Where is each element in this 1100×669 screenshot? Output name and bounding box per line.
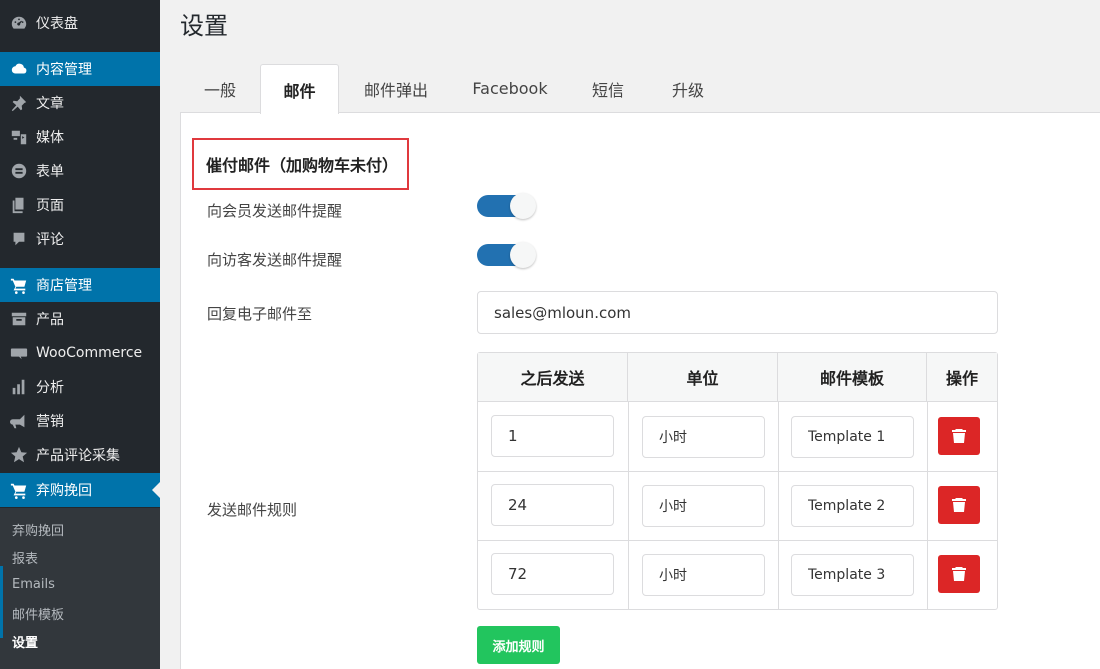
sidebar-item-label: 内容管理 xyxy=(36,62,92,78)
current-menu-arrow xyxy=(152,482,160,498)
sidebar-item-label: 评论 xyxy=(36,232,64,248)
cart-icon xyxy=(9,480,29,500)
unit-select[interactable] xyxy=(642,485,765,527)
sidebar-item-forms[interactable]: 表单 xyxy=(0,154,160,188)
template-select[interactable] xyxy=(791,416,914,458)
submenu-item-cart-recovery[interactable]: 弃购挽回 xyxy=(12,520,64,539)
reply-to-label: 回复电子邮件至 xyxy=(207,305,313,323)
member-reminder-toggle[interactable] xyxy=(477,193,536,219)
sidebar-item-products[interactable]: 产品 xyxy=(0,302,160,336)
sidebar-item-media[interactable]: 媒体 xyxy=(0,120,160,154)
send-after-input[interactable] xyxy=(491,415,614,457)
pages-icon xyxy=(9,195,29,215)
toggle-knob xyxy=(510,242,536,268)
sidebar-item-label: 表单 xyxy=(36,164,64,180)
cart-icon xyxy=(9,275,29,295)
section-title: 催付邮件（加购物车未付） xyxy=(192,138,409,190)
cloud-icon xyxy=(9,59,29,79)
sidebar-item-label: 产品 xyxy=(36,312,64,328)
sidebar-item-analytics[interactable]: 分析 xyxy=(0,370,160,404)
template-select[interactable] xyxy=(791,485,914,527)
star-icon xyxy=(9,445,29,465)
sidebar-item-label: 产品评论采集 xyxy=(36,448,120,464)
rules-label: 发送邮件规则 xyxy=(207,501,298,519)
woo-icon xyxy=(9,343,29,363)
trash-icon xyxy=(952,429,966,443)
tab-sms[interactable]: 短信 xyxy=(572,64,644,113)
row-divider xyxy=(478,540,997,541)
sidebar-item-review-collector[interactable]: 产品评论采集 xyxy=(0,438,160,472)
reply-to-input[interactable] xyxy=(477,291,998,334)
tab-general[interactable]: 一般 xyxy=(180,64,260,113)
sidebar-item-label: 页面 xyxy=(36,198,64,214)
sidebar-item-content[interactable]: 内容管理 xyxy=(0,52,160,86)
submenu-item-settings[interactable]: 设置 xyxy=(12,632,38,651)
send-after-input[interactable] xyxy=(491,553,614,595)
sidebar-item-label: 媒体 xyxy=(36,130,64,146)
member-reminder-label: 向会员发送邮件提醒 xyxy=(207,202,343,220)
send-after-input[interactable] xyxy=(491,484,614,526)
admin-sidebar: 仪表盘 内容管理 文章 媒体 表单 页面 评论 商店管理 产品 WooComme… xyxy=(0,0,160,669)
pin-icon xyxy=(9,93,29,113)
sidebar-item-cart-recovery[interactable]: 弃购挽回 xyxy=(0,473,160,507)
sidebar-item-marketing[interactable]: 营销 xyxy=(0,404,160,438)
sidebar-item-label: 文章 xyxy=(36,96,64,112)
sidebar-item-woocommerce[interactable]: WooCommerce xyxy=(0,336,160,370)
bar-chart-icon xyxy=(9,377,29,397)
unit-select[interactable] xyxy=(642,416,765,458)
submenu-item-email-templates[interactable]: 邮件模板 xyxy=(12,604,64,623)
guest-reminder-toggle[interactable] xyxy=(477,242,536,268)
archive-icon xyxy=(9,309,29,329)
header-actions: 操作 xyxy=(927,353,997,402)
submenu-item-reports[interactable]: 报表 xyxy=(12,548,38,567)
unit-select[interactable] xyxy=(642,554,765,596)
tab-upgrade[interactable]: 升级 xyxy=(652,64,724,113)
sidebar-item-posts[interactable]: 文章 xyxy=(0,86,160,120)
trash-icon xyxy=(952,498,966,512)
delete-rule-button[interactable] xyxy=(938,486,980,524)
column-divider xyxy=(927,402,928,610)
sidebar-item-label: 仪表盘 xyxy=(36,16,78,32)
add-rule-button[interactable]: 添加规则 xyxy=(477,626,560,664)
column-divider xyxy=(778,402,779,610)
sidebar-item-label: 营销 xyxy=(36,414,64,430)
dashboard-icon xyxy=(9,13,29,33)
sidebar-item-comments[interactable]: 评论 xyxy=(0,222,160,256)
tab-facebook[interactable]: Facebook xyxy=(456,64,564,113)
sidebar-item-label: WooCommerce xyxy=(36,345,143,361)
sidebar-item-dashboard[interactable]: 仪表盘 xyxy=(0,6,160,40)
submenu-indicator xyxy=(0,566,3,638)
delete-rule-button[interactable] xyxy=(938,555,980,593)
tab-email[interactable]: 邮件 xyxy=(260,64,339,114)
sidebar-item-label: 商店管理 xyxy=(36,278,92,294)
page-title: 设置 xyxy=(180,12,228,40)
form-icon xyxy=(9,161,29,181)
header-unit: 单位 xyxy=(628,353,778,402)
delete-rule-button[interactable] xyxy=(938,417,980,455)
header-email-template: 邮件模板 xyxy=(778,353,927,402)
submenu-item-emails[interactable]: Emails xyxy=(12,577,55,592)
column-divider xyxy=(628,402,629,610)
guest-reminder-label: 向访客发送邮件提醒 xyxy=(207,251,343,269)
row-divider xyxy=(478,471,997,472)
tab-email-popup[interactable]: 邮件弹出 xyxy=(340,64,452,113)
sidebar-item-store[interactable]: 商店管理 xyxy=(0,268,160,302)
comment-icon xyxy=(9,229,29,249)
toggle-knob xyxy=(510,193,536,219)
sidebar-item-label: 弃购挽回 xyxy=(36,483,92,499)
trash-icon xyxy=(952,567,966,581)
sidebar-item-label: 分析 xyxy=(36,380,64,396)
megaphone-icon xyxy=(9,411,29,431)
media-icon xyxy=(9,127,29,147)
header-send-after: 之后发送 xyxy=(478,353,628,402)
sidebar-item-pages[interactable]: 页面 xyxy=(0,188,160,222)
template-select[interactable] xyxy=(791,554,914,596)
